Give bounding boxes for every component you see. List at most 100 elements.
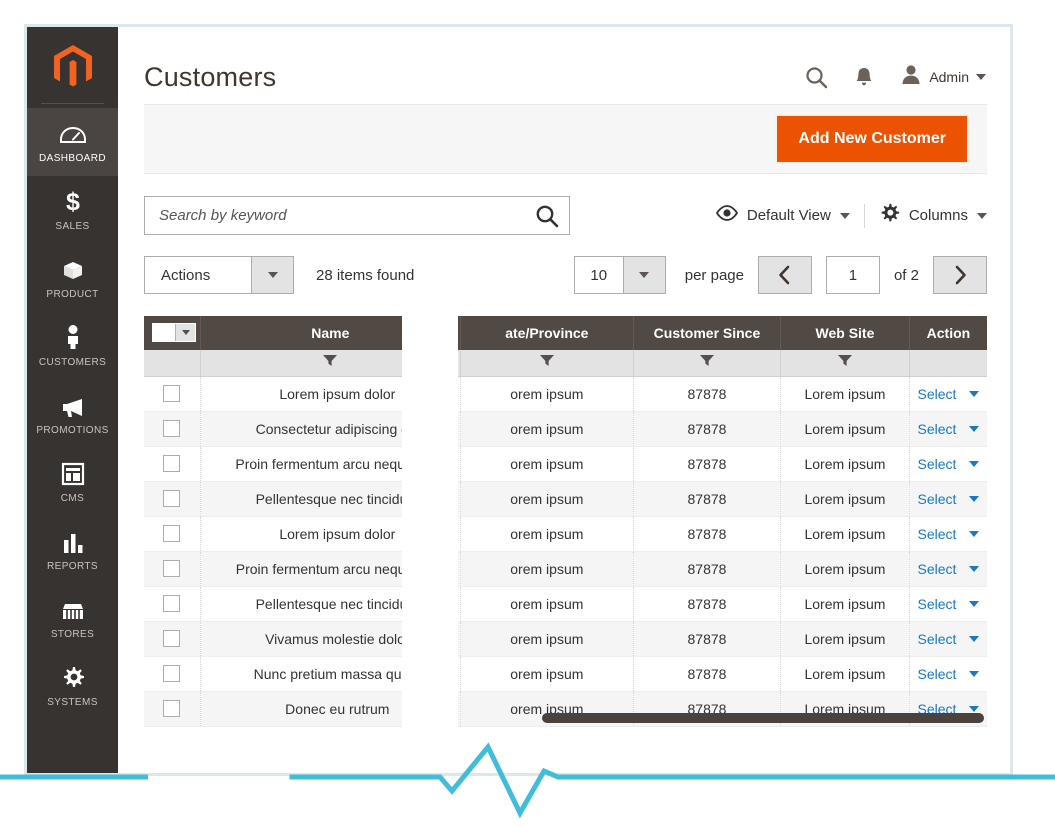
sidebar-item-dashboard[interactable]: DASHBOARD (27, 108, 118, 176)
sidebar-item-cms[interactable]: CMS (27, 448, 118, 516)
row-cell-action[interactable]: Select (909, 621, 987, 656)
chevron-down-icon[interactable] (969, 636, 979, 642)
default-view-control[interactable]: Default View (716, 205, 850, 226)
svg-text:$: $ (66, 188, 80, 214)
column-header-customer-since[interactable]: Customer Since (633, 316, 780, 350)
next-page-button[interactable] (933, 256, 987, 294)
chevron-down-icon[interactable] (175, 324, 195, 341)
row-cell-action[interactable]: Select (909, 481, 987, 516)
chevron-down-icon[interactable] (969, 566, 979, 572)
filter-cell-name[interactable] (200, 350, 460, 376)
chevron-down-icon[interactable] (969, 531, 979, 537)
row-checkbox[interactable] (163, 560, 180, 577)
previous-page-button[interactable] (758, 256, 812, 294)
row-checkbox-cell[interactable] (144, 656, 200, 691)
customers-grid-wrapper: Name ate/Province Customer Since Web Sit… (144, 316, 987, 727)
sidebar-item-promotions[interactable]: PROMOTIONS (27, 380, 118, 448)
chevron-down-icon[interactable] (969, 496, 979, 502)
select-all-header[interactable] (144, 316, 200, 350)
row-cell-action[interactable]: Select (909, 411, 987, 446)
row-checkbox-cell[interactable] (144, 411, 200, 446)
row-checkbox-cell[interactable] (144, 516, 200, 551)
magento-logo-icon (52, 44, 94, 90)
row-checkbox-cell[interactable] (144, 551, 200, 586)
sidebar-item-sales[interactable]: $ SALES (27, 176, 118, 244)
row-checkbox[interactable] (163, 630, 180, 647)
row-checkbox-cell[interactable] (144, 446, 200, 481)
row-cell-action[interactable]: Select (909, 446, 987, 481)
eye-icon (716, 205, 738, 226)
chevron-down-icon[interactable] (969, 426, 979, 432)
row-select-link[interactable]: Select (917, 421, 956, 437)
chevron-down-icon[interactable] (969, 391, 979, 397)
row-cell-web-site: Lorem ipsum (780, 446, 909, 481)
row-cell-action[interactable]: Select (909, 516, 987, 551)
table-row[interactable]: Pellentesque nec tinciduntorem ipsum8787… (144, 586, 987, 621)
filter-cell-web-site[interactable] (780, 350, 909, 376)
search-icon[interactable] (805, 66, 828, 89)
row-checkbox-cell[interactable] (144, 621, 200, 656)
columns-control[interactable]: Columns (879, 203, 987, 229)
row-cell-action[interactable]: Select (909, 656, 987, 691)
table-row[interactable]: Lorem ipsum dolororem ipsum87878Lorem ip… (144, 376, 987, 411)
row-checkbox[interactable] (163, 385, 180, 402)
add-new-customer-button[interactable]: Add New Customer (777, 116, 967, 162)
table-row[interactable]: Consectetur adipiscing elitorem ipsum878… (144, 411, 987, 446)
row-select-link[interactable]: Select (917, 561, 956, 577)
table-row[interactable]: Vivamus molestie dolororem ipsum87878Lor… (144, 621, 987, 656)
column-header-state-province[interactable]: ate/Province (460, 316, 633, 350)
row-cell-action[interactable]: Select (909, 586, 987, 621)
sidebar-item-customers[interactable]: CUSTOMERS (27, 312, 118, 380)
row-select-link[interactable]: Select (917, 386, 956, 402)
row-select-link[interactable]: Select (917, 526, 956, 542)
row-checkbox-cell[interactable] (144, 376, 200, 411)
search-submit-button[interactable] (535, 197, 559, 234)
row-checkbox-cell[interactable] (144, 481, 200, 516)
row-select-link[interactable]: Select (917, 596, 956, 612)
row-checkbox-cell[interactable] (144, 586, 200, 621)
sidebar-item-stores[interactable]: STORES (27, 584, 118, 652)
table-row[interactable]: Nunc pretium massa quamorem ipsum87878Lo… (144, 656, 987, 691)
row-select-link[interactable]: Select (917, 666, 956, 682)
row-select-link[interactable]: Select (917, 491, 956, 507)
actions-dropdown[interactable]: Actions (144, 256, 294, 294)
table-row[interactable]: Proin fermentum arcu nequeasdforem ipsum… (144, 446, 987, 481)
bell-icon[interactable] (854, 66, 874, 89)
row-cell-name: Pellentesque nec tincidunt (200, 586, 460, 621)
magento-logo[interactable] (41, 24, 104, 104)
sidebar-item-reports[interactable]: REPORTS (27, 516, 118, 584)
table-row[interactable]: Proin fermentum arcu nequesdfsorem ipsum… (144, 551, 987, 586)
sidebar-item-systems[interactable]: SYSTEMS (27, 652, 118, 720)
chevron-down-icon[interactable] (969, 671, 979, 677)
column-header-web-site[interactable]: Web Site (780, 316, 909, 350)
current-page-input[interactable] (826, 256, 880, 294)
row-checkbox[interactable] (163, 455, 180, 472)
admin-menu[interactable]: Admin (900, 64, 986, 90)
chevron-down-icon[interactable] (969, 601, 979, 607)
row-select-link[interactable]: Select (917, 456, 956, 472)
main-content: Customers (118, 24, 1013, 776)
grid-body: Lorem ipsum dolororem ipsum87878Lorem ip… (144, 376, 987, 726)
row-checkbox[interactable] (163, 665, 180, 682)
row-checkbox[interactable] (163, 595, 180, 612)
row-checkbox[interactable] (163, 490, 180, 507)
chevron-down-icon (977, 213, 987, 219)
table-row[interactable]: Pellentesque nec tinciduntorem ipsum8787… (144, 481, 987, 516)
table-row[interactable]: Lorem ipsum dolororem ipsum87878Lorem ip… (144, 516, 987, 551)
sidebar-item-product[interactable]: PRODUCT (27, 244, 118, 312)
filter-cell-state-province[interactable] (460, 350, 633, 376)
scrollbar-thumb[interactable] (542, 713, 984, 723)
row-cell-action[interactable]: Select (909, 376, 987, 411)
row-cell-state-province: orem ipsum (460, 621, 633, 656)
filter-cell-customer-since[interactable] (633, 350, 780, 376)
search-input[interactable] (145, 197, 569, 234)
row-cell-action[interactable]: Select (909, 551, 987, 586)
select-all-group[interactable] (152, 323, 196, 342)
row-checkbox[interactable] (163, 420, 180, 437)
per-page-dropdown[interactable]: 10 (574, 256, 666, 294)
select-all-checkbox[interactable] (153, 324, 175, 341)
chevron-down-icon[interactable] (969, 461, 979, 467)
column-header-name[interactable]: Name (200, 316, 460, 350)
row-checkbox[interactable] (163, 525, 180, 542)
row-select-link[interactable]: Select (917, 631, 956, 647)
